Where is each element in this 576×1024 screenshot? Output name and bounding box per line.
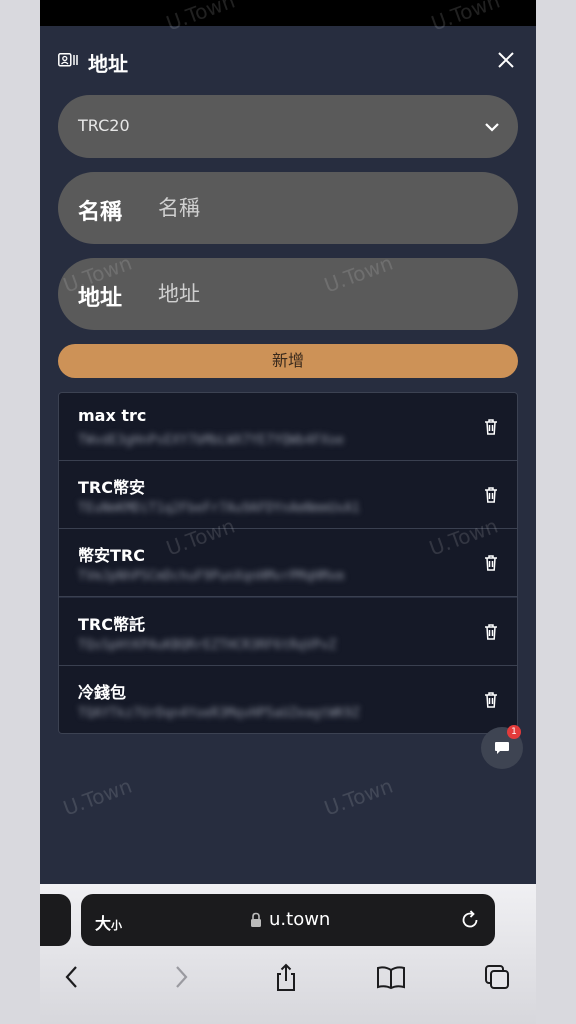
chevron-down-icon [485, 123, 499, 132]
list-item[interactable]: TRC幣安 TEuNmKMDiT1q2FbeFr7Au9AFDYnAmNmmUx… [59, 461, 517, 529]
back-icon[interactable] [57, 962, 87, 992]
chat-bubble-icon [495, 742, 509, 754]
tabs-icon[interactable] [482, 962, 512, 992]
close-icon[interactable] [496, 50, 516, 70]
list-item[interactable]: 冷錢包 TQAYTkz7UrDqn4YoeR3MqvHP5aUZeagtWK9Z [59, 666, 517, 733]
list-item[interactable]: max trc TWvdE3gHnPsEXY7bMbLWX7YE7YQWb4FX… [59, 393, 517, 461]
network-select-value: TRC20 [78, 116, 130, 135]
previous-tab-preview[interactable] [40, 894, 71, 946]
address-card-icon [58, 53, 78, 67]
address-value: TQAYTkz7UrDqn4YoeR3MqvHP5aUZeagtWK9Z [78, 706, 360, 721]
share-icon[interactable] [271, 962, 301, 992]
trash-icon[interactable] [483, 486, 499, 504]
address-name: max trc [78, 406, 147, 425]
name-field: 名稱 [58, 172, 518, 244]
address-value: TEuNmKMDiT1q2FbeFr7Au9AFDYnAmNmmUxA1 [78, 501, 360, 516]
reload-icon[interactable] [459, 909, 481, 931]
watermark: U.Town [60, 773, 136, 821]
bookmarks-icon[interactable] [376, 962, 406, 992]
add-button[interactable]: 新增 [58, 344, 518, 378]
address-value: TVmJpNhPSCmDchuF9PunXqnHMvrPMqHMxm [78, 569, 345, 584]
network-select[interactable]: TRC20 [58, 95, 518, 158]
url-text: u.town [269, 909, 331, 930]
address-name: 冷錢包 [78, 683, 127, 702]
address-value: TQsSpHtKPAuKBQRrEZTHCR3RF6tRqVPvZ [78, 638, 337, 653]
app-screen: 地址 TRC20 名稱 地址 新增 max trc TWvdE3gHnPsEXY… [40, 0, 536, 1024]
forward-icon[interactable] [166, 962, 196, 992]
list-item[interactable]: TRC幣託 TQsSpHtKPAuKBQRrEZTHCR3RF6tRqVPvZ [59, 598, 517, 666]
text-size-button[interactable]: 大小 [95, 910, 122, 934]
address-name: TRC幣安 [78, 478, 145, 497]
name-field-label: 名稱 [78, 200, 123, 225]
watermark: U.Town [321, 773, 397, 821]
address-name: TRC幣託 [78, 615, 145, 634]
modal-title: 地址 [88, 52, 128, 76]
modal-header: 地址 [40, 26, 536, 92]
trash-icon[interactable] [483, 623, 499, 641]
browser-toolbar: 大小 u.town [40, 884, 536, 1024]
address-bar[interactable]: 大小 u.town [81, 894, 495, 946]
trash-icon[interactable] [483, 554, 499, 572]
address-value: TWvdE3gHnPsEXY7bMbLWX7YE7YQWb4FXoe [78, 433, 345, 448]
name-input[interactable] [158, 188, 488, 228]
chat-button[interactable]: 1 [481, 725, 523, 769]
lock-icon [251, 912, 261, 927]
trash-icon[interactable] [483, 418, 499, 436]
address-name: 幣安TRC [78, 546, 145, 565]
notification-badge: 1 [507, 725, 521, 739]
trash-icon[interactable] [483, 691, 499, 709]
address-list: max trc TWvdE3gHnPsEXY7bMbLWX7YE7YQWb4FX… [58, 392, 518, 734]
